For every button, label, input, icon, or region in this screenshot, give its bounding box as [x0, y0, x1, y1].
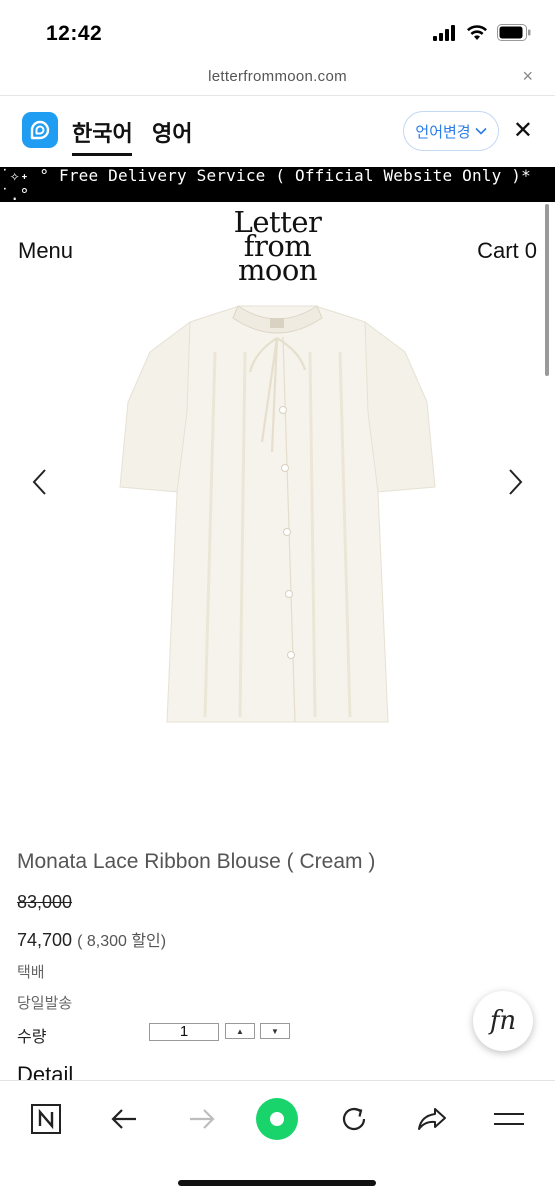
reload-button[interactable]	[332, 1097, 376, 1141]
quantity-down-button[interactable]: ▼	[260, 1023, 290, 1039]
change-language-button[interactable]: 언어변경	[403, 111, 499, 151]
wifi-icon	[467, 24, 487, 40]
share-arrow-icon	[418, 1108, 446, 1130]
close-url-icon[interactable]: ×	[522, 66, 533, 87]
back-button[interactable]	[102, 1097, 146, 1141]
arrow-right-icon	[190, 1109, 215, 1129]
browser-url-bar[interactable]: letterfrommoon.com ×	[0, 62, 555, 96]
quantity-input[interactable]: 1	[149, 1023, 219, 1041]
status-bar: 12:42	[0, 0, 555, 62]
product-info: Monata Lace Ribbon Blouse ( Cream ) 83,0…	[17, 850, 537, 1047]
menu-button[interactable]	[487, 1097, 531, 1141]
site-logo[interactable]: Letter from moon	[0, 208, 555, 287]
forward-button[interactable]	[180, 1097, 224, 1141]
chevron-left-icon[interactable]	[28, 467, 52, 497]
quantity-row: 수량 1 ▲ ▼	[17, 1021, 537, 1047]
product-image-blouse	[119, 305, 436, 723]
green-dot-button[interactable]	[255, 1097, 299, 1141]
browser-toolbar	[0, 1080, 555, 1200]
battery-icon	[497, 24, 531, 41]
naver-n-icon	[31, 1104, 61, 1134]
shipping-method: 택배	[17, 964, 45, 981]
site-header: Menu Letter from moon Cart 0	[0, 202, 555, 292]
sale-price-row: 74,700 ( 8,300 할인)	[17, 927, 537, 951]
translation-bar: 한국어 영어 언어변경 ✕	[0, 96, 555, 166]
detail-heading: Detail	[17, 1062, 74, 1082]
close-translation-button[interactable]: ✕	[513, 116, 533, 145]
cellular-signal-icon	[433, 24, 455, 41]
cart-link[interactable]: Cart 0	[477, 238, 537, 264]
floating-brand-badge[interactable]: fn	[473, 991, 533, 1051]
home-indicator[interactable]	[178, 1180, 376, 1186]
naver-home-button[interactable]	[24, 1097, 68, 1141]
chevron-right-icon[interactable]	[503, 467, 527, 497]
logo-line: moon	[237, 253, 318, 287]
discount-amount: ( 8,300 할인)	[77, 933, 167, 950]
green-dot-icon	[256, 1098, 298, 1140]
product-title: Monata Lace Ribbon Blouse ( Cream )	[17, 850, 376, 873]
tab-source-language[interactable]: 한국어	[72, 116, 133, 148]
promo-banner: ˙✧˖ ° Free Delivery Service ( Official W…	[0, 165, 555, 204]
promo-banner-text: ˙✧˖ ° Free Delivery Service ( Official W…	[0, 165, 531, 204]
product-image-carousel[interactable]	[0, 292, 555, 812]
status-time: 12:42	[46, 22, 103, 45]
refresh-icon	[342, 1107, 366, 1131]
url-text[interactable]: letterfrommoon.com	[0, 68, 555, 85]
chevron-down-icon	[475, 127, 487, 135]
tab-target-language[interactable]: 영어	[152, 116, 192, 148]
dispatch-info: 당일발송	[17, 995, 73, 1012]
status-icons	[433, 24, 531, 41]
quantity-label: 수량	[17, 1029, 47, 1046]
share-button[interactable]	[410, 1097, 454, 1141]
sale-price: 74,700	[17, 930, 73, 950]
original-price: 83,000	[17, 892, 73, 912]
papago-logo-icon	[22, 112, 58, 148]
quantity-up-button[interactable]: ▲	[225, 1023, 255, 1039]
active-tab-indicator	[72, 153, 132, 156]
arrow-left-icon	[111, 1109, 136, 1129]
hamburger-icon	[494, 1113, 524, 1125]
change-language-label: 언어변경	[415, 123, 471, 141]
